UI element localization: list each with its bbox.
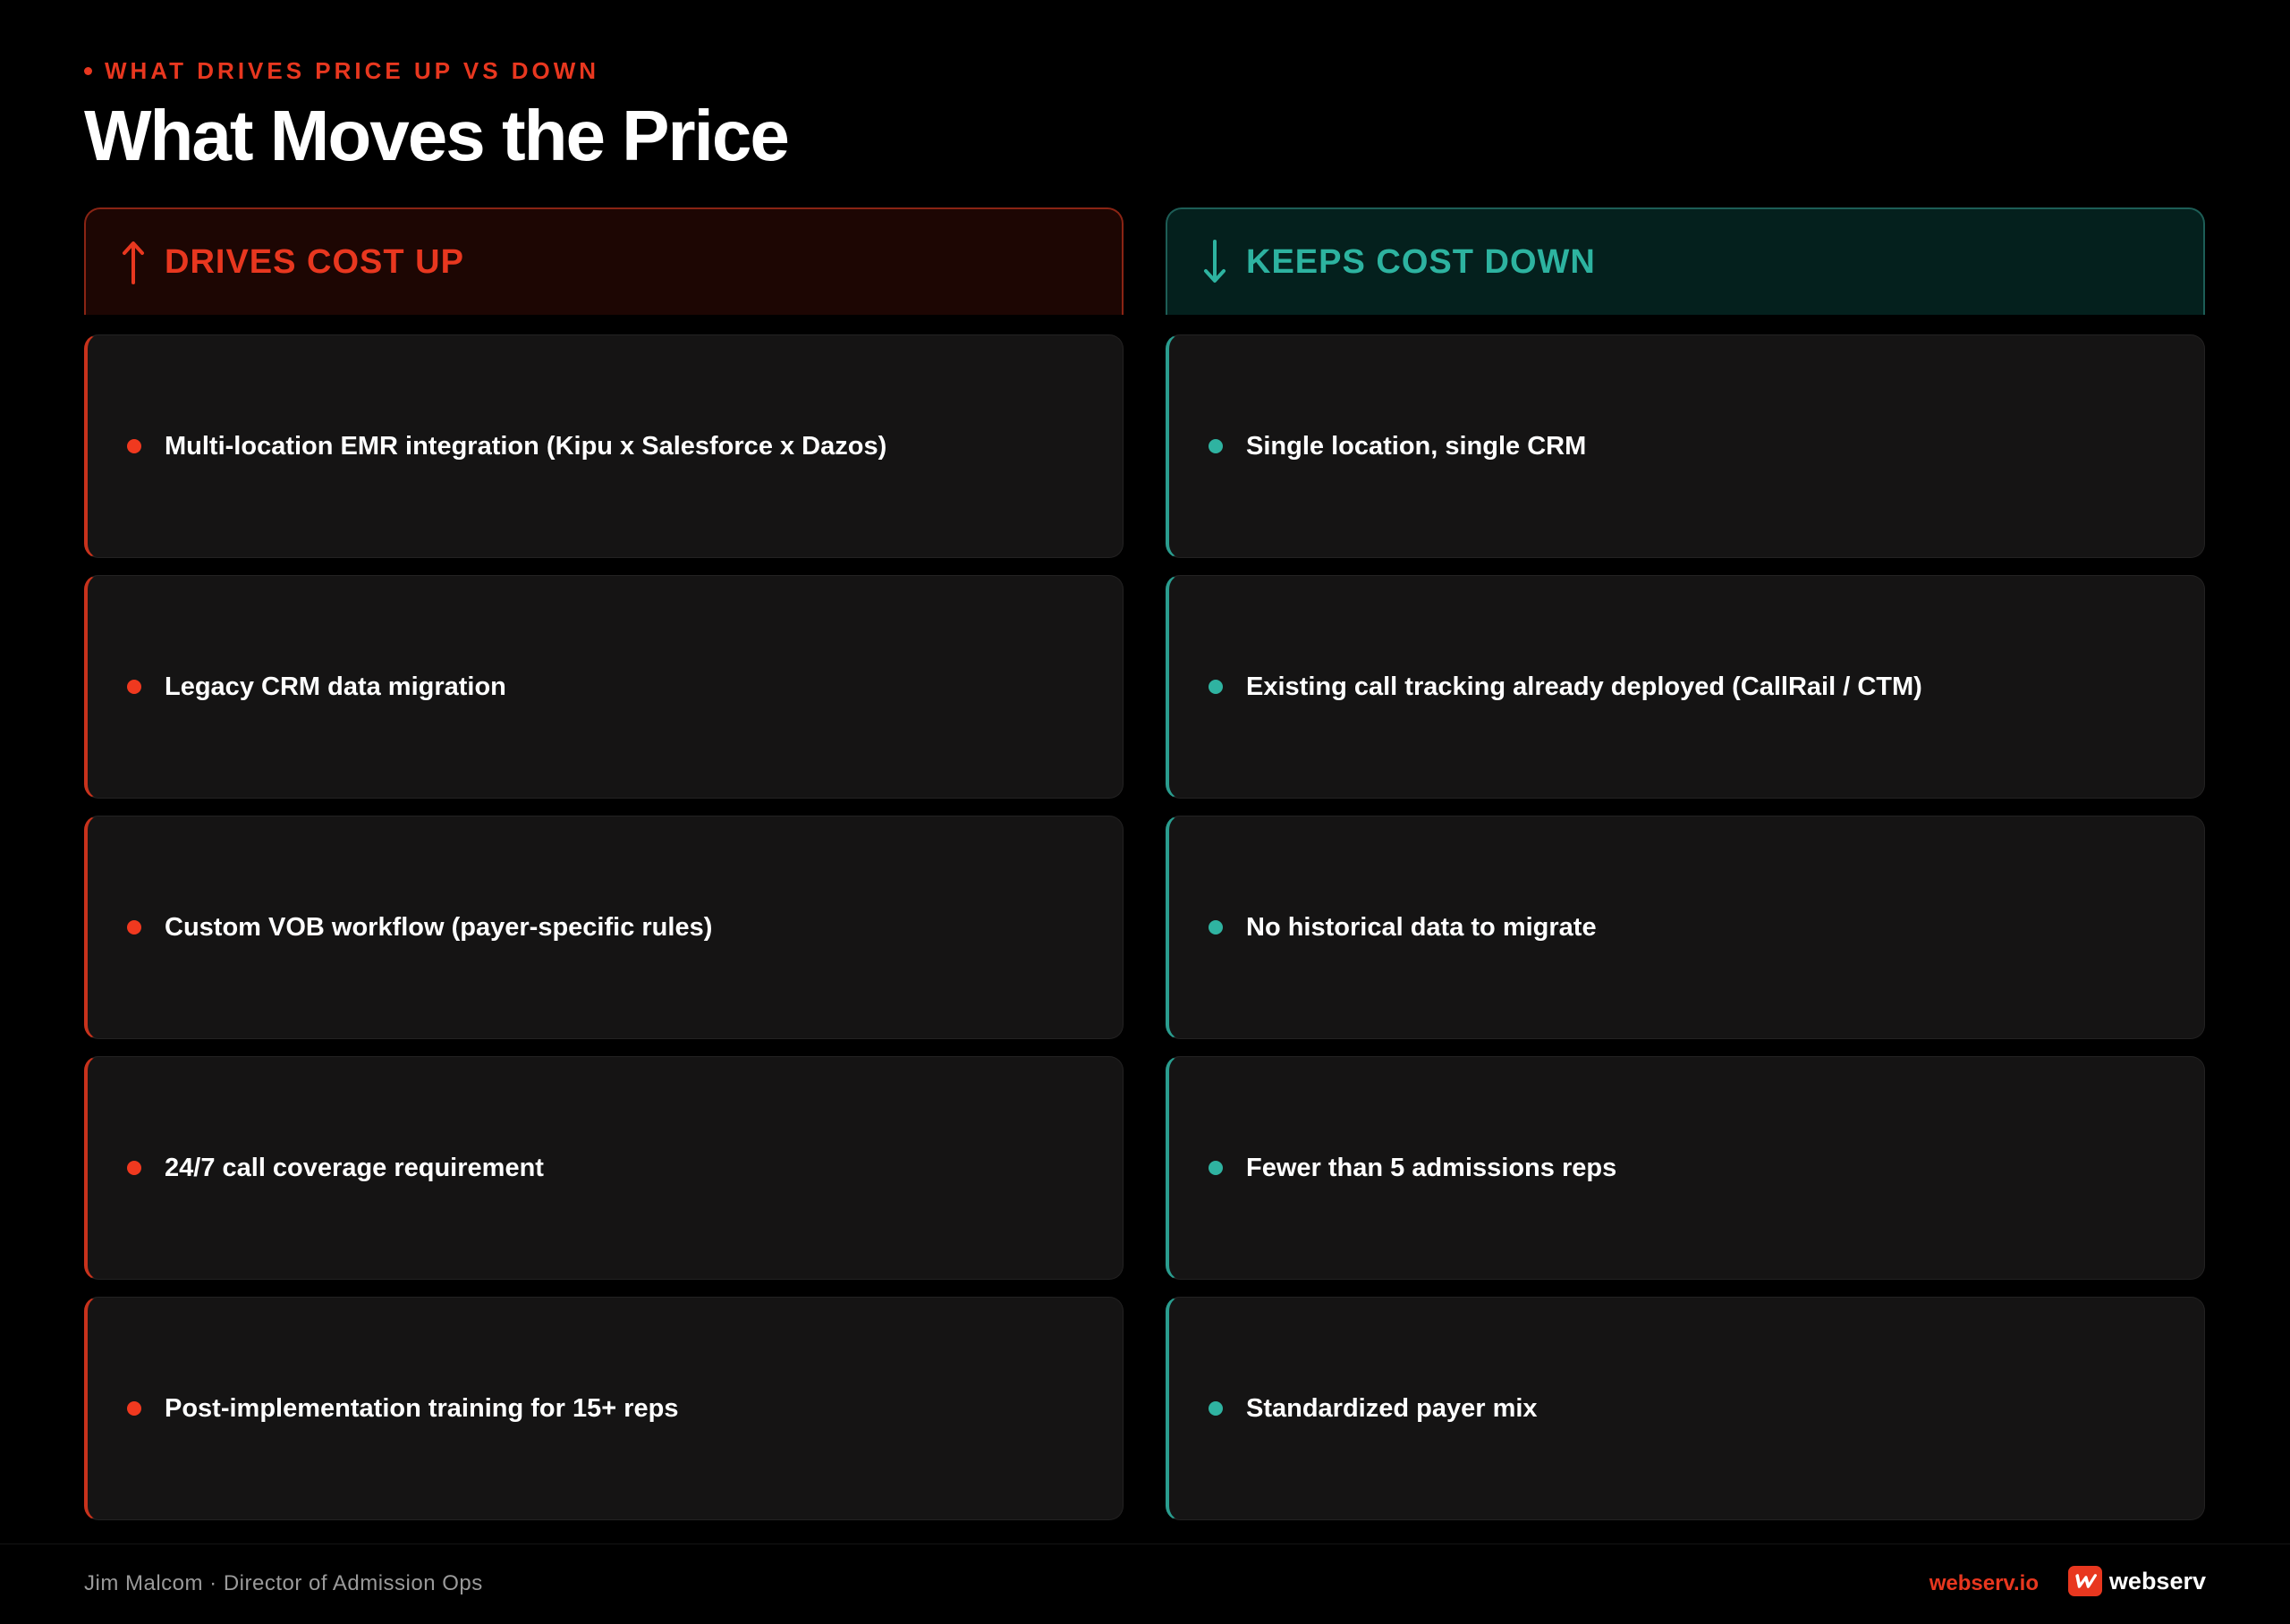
- footer-url-link[interactable]: webserv.io: [1930, 1571, 2039, 1596]
- drives-cost-up-column: DRIVES COST UP Multi-location EMR integr…: [84, 207, 1124, 1520]
- list-item-text: Single location, single CRM: [1246, 431, 1587, 461]
- bullet-dot: [127, 1161, 141, 1175]
- list-item: Existing call tracking already deployed …: [1166, 575, 2205, 799]
- list-item: Fewer than 5 admissions reps: [1166, 1056, 2205, 1280]
- list-item-text: Post-implementation training for 15+ rep…: [165, 1393, 679, 1423]
- list-item-text: Fewer than 5 admissions reps: [1246, 1153, 1617, 1182]
- webserv-logo-icon: [2067, 1566, 2102, 1596]
- bullet-dot: [1209, 1161, 1223, 1175]
- footer: Jim Malcom · Director of Admission Ops w…: [0, 1544, 2290, 1624]
- list-item: No historical data to migrate: [1166, 816, 2205, 1039]
- list-item-text: Custom VOB workflow (payer-specific rule…: [165, 912, 713, 942]
- drives-cost-up-list: Multi-location EMR integration (Kipu x S…: [84, 334, 1124, 1520]
- list-item: Legacy CRM data migration: [84, 575, 1124, 799]
- bullet-dot: [1209, 439, 1223, 453]
- list-item-text: Standardized payer mix: [1246, 1393, 1538, 1423]
- list-item: Single location, single CRM: [1166, 334, 2205, 558]
- drives-cost-up-label: DRIVES COST UP: [165, 242, 464, 281]
- list-item: Post-implementation training for 15+ rep…: [84, 1297, 1124, 1520]
- keeps-cost-down-list: Single location, single CRM Existing cal…: [1166, 334, 2205, 1520]
- bullet-dot: [127, 1401, 141, 1416]
- eyebrow-text: WHAT DRIVES PRICE UP VS DOWN: [105, 57, 600, 84]
- keeps-cost-down-header: KEEPS COST DOWN: [1166, 207, 2205, 315]
- eyebrow: WHAT DRIVES PRICE UP VS DOWN: [84, 57, 599, 85]
- list-item: Custom VOB workflow (payer-specific rule…: [84, 816, 1124, 1039]
- list-item: 24/7 call coverage requirement: [84, 1056, 1124, 1280]
- list-item: Multi-location EMR integration (Kipu x S…: [84, 334, 1124, 558]
- bullet-dot: [127, 439, 141, 453]
- bullet-dot: [127, 680, 141, 694]
- brand-logo: webserv: [2067, 1566, 2206, 1596]
- list-item-text: 24/7 call coverage requirement: [165, 1153, 544, 1182]
- bullet-dot: [1209, 920, 1223, 935]
- footer-author: Jim Malcom · Director of Admission Ops: [84, 1571, 483, 1595]
- list-item-text: Existing call tracking already deployed …: [1246, 672, 1922, 701]
- list-item: Standardized payer mix: [1166, 1297, 2205, 1520]
- list-item-text: Legacy CRM data migration: [165, 672, 506, 701]
- keeps-cost-down-column: KEEPS COST DOWN Single location, single …: [1166, 207, 2205, 1520]
- arrow-up-icon: [122, 240, 145, 284]
- drives-cost-up-header: DRIVES COST UP: [84, 207, 1124, 315]
- keeps-cost-down-label: KEEPS COST DOWN: [1246, 242, 1596, 281]
- arrow-down-icon: [1203, 240, 1226, 284]
- bullet-dot: [1209, 1401, 1223, 1416]
- bullet-dot: [1209, 680, 1223, 694]
- eyebrow-dot: [84, 67, 92, 75]
- bullet-dot: [127, 920, 141, 935]
- brand-name: webserv: [2108, 1567, 2206, 1594]
- list-item-text: No historical data to migrate: [1246, 912, 1597, 942]
- list-item-text: Multi-location EMR integration (Kipu x S…: [165, 431, 887, 461]
- page-title: What Moves the Price: [84, 96, 790, 175]
